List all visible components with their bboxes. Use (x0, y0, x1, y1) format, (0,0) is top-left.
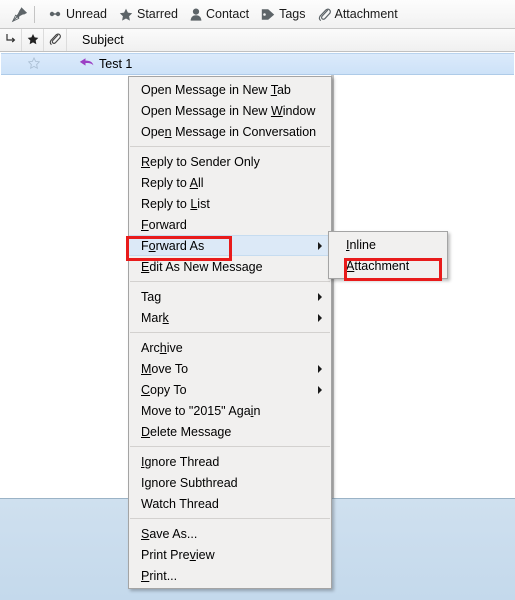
menu-separator (130, 518, 330, 519)
menu-item-open-message-in-new-tab[interactable]: Open Message in New Tab (129, 79, 331, 100)
menu-item-label: Move To (141, 361, 189, 376)
star-icon (119, 8, 133, 21)
paperclip-icon (49, 32, 61, 48)
menu-item-reply-to-all[interactable]: Reply to All (129, 172, 331, 193)
filter-button-tags[interactable]: Tags (255, 3, 311, 25)
menu-item-print-preview[interactable]: Print Preview (129, 544, 331, 565)
menu-item-move-to-again[interactable]: Move to "2015" Again (129, 400, 331, 421)
menu-item-label: Tag (141, 289, 162, 304)
filter-label-attachment: Attachment (334, 7, 398, 21)
menu-item-label: Forward As (141, 238, 205, 253)
menu-item-move-to[interactable]: Move To (129, 358, 331, 379)
menu-item-label: Open Message in New Tab (141, 82, 291, 97)
filter-button-unread[interactable]: Unread (42, 3, 113, 25)
menu-item-watch-thread[interactable]: Watch Thread (129, 493, 331, 514)
menu-item-label: Watch Thread (141, 496, 219, 511)
menu-item-open-message-in-new-window[interactable]: Open Message in New Window (129, 100, 331, 121)
chevron-right-icon (318, 364, 322, 373)
menu-item-ignore-thread[interactable]: Ignore Thread (129, 451, 331, 472)
menu-item-copy-to[interactable]: Copy To (129, 379, 331, 400)
menu-item-label: Ignore Thread (141, 454, 220, 469)
menu-item-label: Delete Message (141, 424, 232, 439)
menu-item-open-message-in-conversation[interactable]: Open Message in Conversation (129, 121, 331, 142)
menu-item-mark[interactable]: Mark (129, 307, 331, 328)
menu-item-label: Mark (141, 310, 169, 325)
quick-filter-bar: Unread Starred Contact Tags Attachment (0, 0, 515, 29)
menu-item-save-as[interactable]: Save As... (129, 523, 331, 544)
filter-button-contact[interactable]: Contact (184, 3, 255, 25)
row-subject-cell[interactable]: Test 1 (68, 57, 514, 72)
menu-item-forward-as[interactable]: Forward As (129, 235, 331, 256)
menu-item-tag[interactable]: Tag (129, 286, 331, 307)
thunderbird-window: thunderbird Unread (0, 0, 515, 600)
submenu-item-inline[interactable]: Inline (329, 234, 447, 255)
pin-icon[interactable] (7, 3, 31, 25)
menu-item-label: Save As... (141, 526, 198, 541)
menu-item-reply-to-sender-only[interactable]: Reply to Sender Only (129, 151, 331, 172)
replied-arrow-icon (79, 57, 94, 72)
chevron-right-icon (318, 385, 322, 394)
menu-item-label: Ignore Subthread (141, 475, 238, 490)
row-attachment-cell (45, 54, 68, 75)
menu-separator (130, 146, 330, 147)
menu-item-label: Copy To (141, 382, 187, 397)
submenu-item-label: Attachment (346, 258, 410, 273)
menu-item-reply-to-list[interactable]: Reply to List (129, 193, 331, 214)
menu-separator (130, 332, 330, 333)
menu-item-label: Forward (141, 217, 187, 232)
column-header-thread[interactable] (0, 29, 22, 51)
column-header-subject-label: Subject (82, 33, 124, 47)
tag-icon (261, 8, 275, 21)
column-header-subject[interactable]: Subject (67, 29, 515, 51)
submenu-item-attachment[interactable]: Attachment (329, 255, 447, 276)
menu-item-edit-as-new-message[interactable]: Edit As New Message (129, 256, 331, 277)
unread-dots-icon (48, 8, 62, 20)
message-list-column-headers: Subject (0, 29, 515, 52)
menu-item-label: Reply to All (141, 175, 204, 190)
star-icon (27, 56, 41, 72)
menu-item-label: Move to "2015" Again (141, 403, 261, 418)
menu-item-delete-message[interactable]: Delete Message (129, 421, 331, 442)
filter-label-starred: Starred (137, 7, 178, 21)
menu-item-label: Reply to List (141, 196, 210, 211)
menu-separator (130, 446, 330, 447)
paperclip-icon (318, 7, 331, 21)
thread-icon (5, 33, 16, 47)
star-icon (27, 33, 39, 48)
menu-separator (130, 281, 330, 282)
filter-label-unread: Unread (66, 7, 107, 21)
contact-icon (190, 8, 202, 21)
filter-label-contact: Contact (206, 7, 250, 21)
menu-item-label: Open Message in Conversation (141, 124, 317, 139)
row-subject-label: Test 1 (99, 57, 133, 71)
chevron-right-icon (318, 292, 322, 301)
row-thread-cell (1, 54, 23, 75)
forward-as-submenu[interactable]: Inline Attachment (328, 231, 448, 279)
menu-item-label: Print Preview (141, 547, 215, 562)
menu-item-forward[interactable]: Forward (129, 214, 331, 235)
menu-item-label: Print... (141, 568, 178, 583)
table-row[interactable]: Test 1 (1, 53, 514, 75)
menu-item-label: Reply to Sender Only (141, 154, 260, 169)
chevron-right-icon (318, 313, 322, 322)
chevron-right-icon (318, 241, 322, 250)
menu-item-label: Archive (141, 340, 183, 355)
menu-item-label: Edit As New Message (141, 259, 263, 274)
submenu-item-label: Inline (346, 237, 376, 252)
menu-item-print[interactable]: Print... (129, 565, 331, 586)
menu-item-archive[interactable]: Archive (129, 337, 331, 358)
toolbar-separator (34, 5, 35, 23)
column-header-attachment[interactable] (44, 29, 67, 51)
filter-button-starred[interactable]: Starred (113, 3, 184, 25)
menu-item-label: Open Message in New Window (141, 103, 316, 118)
menu-item-ignore-subthread[interactable]: Ignore Subthread (129, 472, 331, 493)
filter-label-tags: Tags (279, 7, 306, 21)
context-menu[interactable]: Open Message in New Tab Open Message in … (128, 76, 332, 589)
column-header-star[interactable] (22, 29, 44, 51)
row-star-toggle[interactable] (23, 54, 45, 75)
filter-button-attachment[interactable]: Attachment (312, 3, 404, 25)
